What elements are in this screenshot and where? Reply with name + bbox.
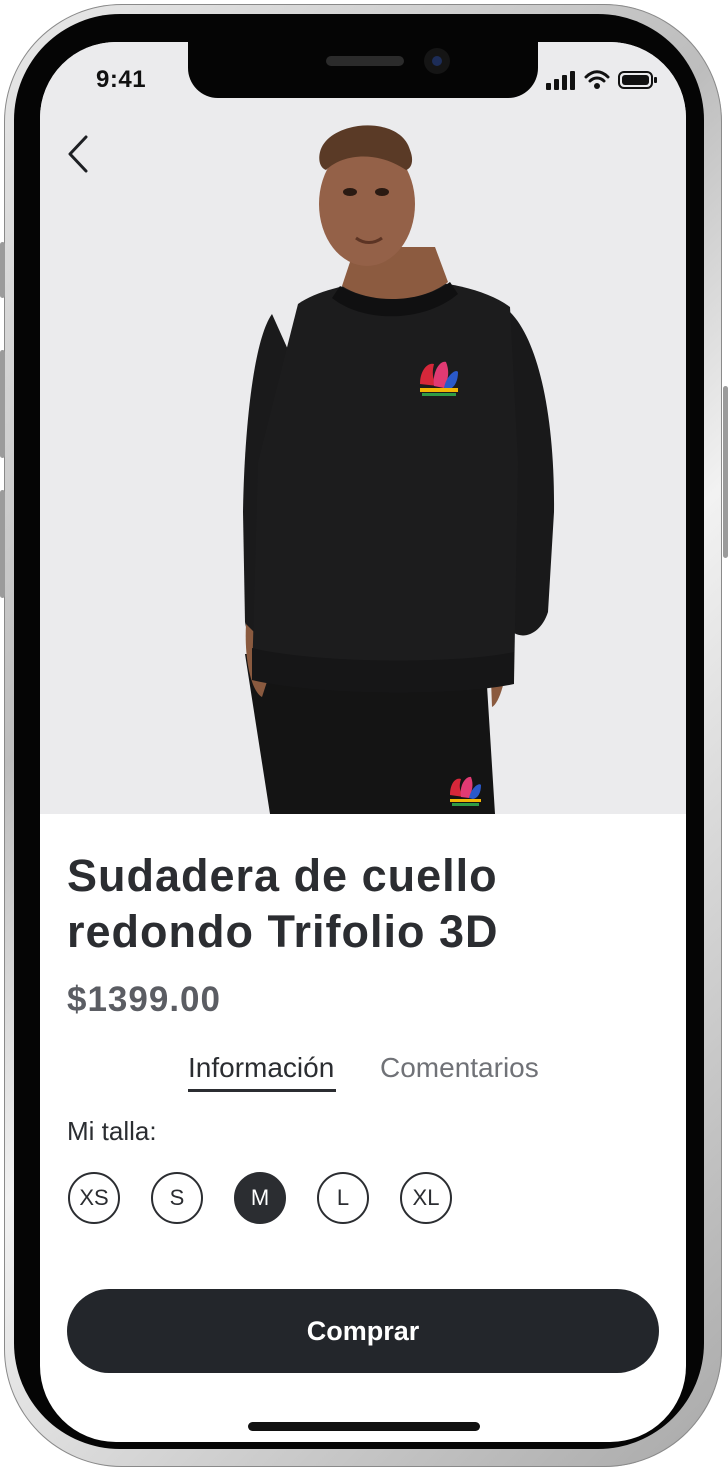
tab-informacion[interactable]: Información <box>188 1052 334 1084</box>
active-tab-underline <box>188 1089 336 1092</box>
product-title: Sudadera de cuello redondo Trifolio 3D <box>67 848 627 960</box>
wifi-icon <box>584 70 610 89</box>
mute-switch <box>0 242 5 298</box>
size-option-xs[interactable]: XS <box>68 1172 120 1224</box>
volume-down-button <box>0 490 5 598</box>
size-option-s[interactable]: S <box>151 1172 203 1224</box>
status-icons <box>546 70 658 90</box>
model-photo <box>243 125 555 814</box>
product-image <box>40 42 686 814</box>
app-screen: 9:41 Sudadera de cuello redondo Trifolio… <box>40 42 686 1442</box>
size-label: Mi talla: <box>67 1116 157 1146</box>
size-option-l[interactable]: L <box>317 1172 369 1224</box>
product-title-line-1: Sudadera de cuello <box>67 850 498 901</box>
status-time: 9:41 <box>96 66 147 93</box>
size-option-m[interactable]: M <box>234 1172 286 1224</box>
product-price: $1399.00 <box>67 980 221 1019</box>
info-tabs: Información Comentarios <box>40 1052 686 1092</box>
home-indicator[interactable] <box>248 1422 480 1431</box>
size-option-xl[interactable]: XL <box>400 1172 452 1224</box>
signal-icon <box>546 71 575 90</box>
front-camera <box>424 48 450 74</box>
power-button <box>723 386 728 558</box>
back-button[interactable] <box>60 132 96 176</box>
buy-button[interactable]: Comprar <box>67 1289 659 1373</box>
tab-comentarios[interactable]: Comentarios <box>380 1052 539 1084</box>
device-notch <box>188 42 538 98</box>
chevron-left-icon <box>68 135 88 173</box>
volume-up-button <box>0 350 5 458</box>
battery-icon <box>618 71 657 89</box>
product-title-line-2: redondo Trifolio 3D <box>67 906 499 957</box>
speaker-grille <box>326 56 404 66</box>
